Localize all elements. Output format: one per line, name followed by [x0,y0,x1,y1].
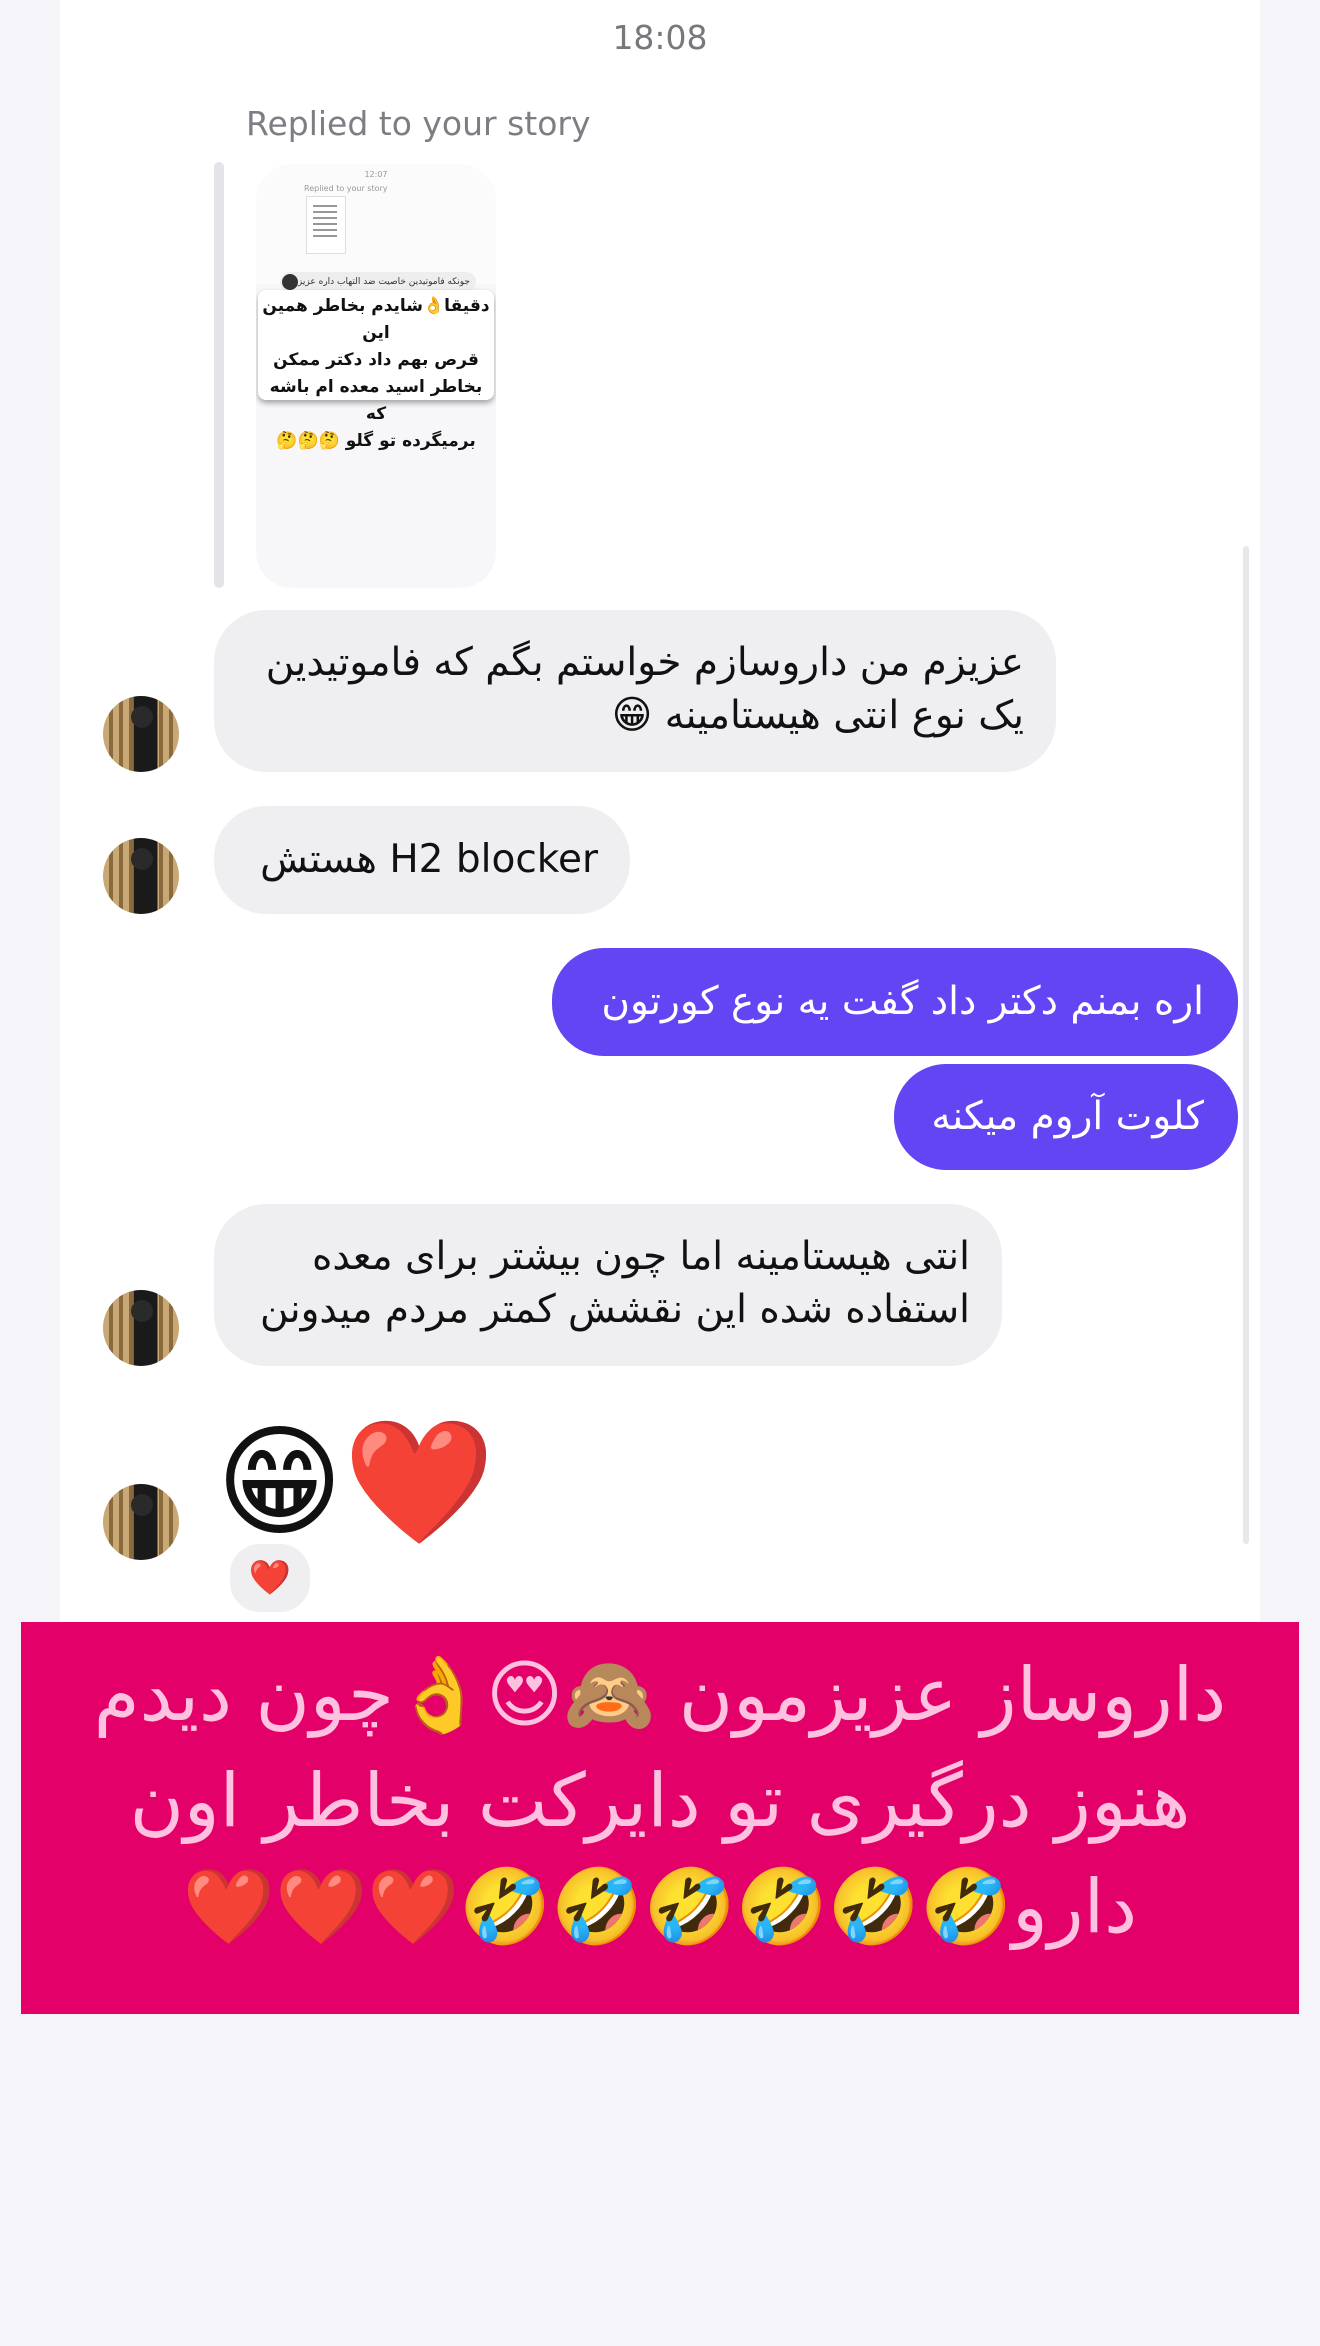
message-text-line: یک نوع انتی هیستامینه 😁 [611,693,1024,738]
story-replied-label: Replied to your story [304,184,388,193]
story-text-box: دقیقا👌شایدم بخاطر همین این قرص بهم داد د… [258,290,494,451]
emoji-message[interactable]: 😁❤️ [216,1412,495,1552]
story-text-line: برمیگرده تو گلو 🤔🤔🤔 [276,431,476,451]
story-sub-avatar [282,274,298,290]
message-text-line: عزیزم من داروسازم خواستم بگم که فاموتیدی… [265,640,1024,685]
story-text-line: بخاطر اسید معده ام باشه که [269,377,483,424]
incoming-message-bubble[interactable]: H2 blocker هستش [214,806,630,914]
banner-line: داروساز عزیزمون 🙈😍👌چون دیدم [93,1652,1227,1738]
banner-line: دارو🤣🤣🤣🤣🤣🤣❤️❤️❤️ [182,1864,1138,1950]
message-text-line: استفاده شده این نقشش کمتر مردم میدونن [260,1287,970,1332]
outgoing-message-bubble[interactable]: کلوت آروم میکنه [894,1064,1238,1170]
banner-line: هنوز درگیری تو دایرکت بخاطر اون [129,1758,1191,1844]
avatar[interactable] [103,1290,179,1366]
message-text-line: انتی هیستامینه اما چون بیشتر برای معده [311,1234,970,1279]
message-text: کلوت آروم میکنه [931,1094,1204,1139]
reply-indicator-bar [214,162,224,588]
story-text-line: دقیقا👌شایدم بخاطر همین این [262,296,490,343]
story-reply-label: Replied to your story [246,104,591,143]
chat-panel [60,0,1260,1622]
story-document-thumbnail [306,196,346,254]
avatar[interactable] [103,1484,179,1560]
outgoing-message-bubble[interactable]: اره بمنم دکتر داد گفت یه نوع کورتون [552,948,1238,1056]
story-sub-message: جونکه فاموتیدین خاصیت ضد التهاب داره عزی… [280,272,476,292]
avatar[interactable] [103,696,179,772]
story-time: 12:07 [364,170,388,179]
incoming-message-bubble[interactable]: عزیزم من داروسازم خواستم بگم که فاموتیدی… [214,610,1056,772]
incoming-message-bubble[interactable]: انتی هیستامینه اما چون بیشتر برای معده ا… [214,1204,1002,1366]
story-preview-card[interactable]: 12:07 Replied to your story جونکه فاموتی… [256,164,496,588]
story-screenshot-header: 12:07 Replied to your story [256,164,496,284]
avatar[interactable] [103,838,179,914]
message-text: اره بمنم دکتر داد گفت یه نوع کورتون [601,979,1204,1024]
message-text: H2 blocker هستش [260,837,598,882]
message-timestamp: 18:08 [612,18,708,57]
scroll-indicator[interactable] [1243,546,1249,1544]
caption-banner: داروساز عزیزمون 🙈😍👌چون دیدم هنوز درگیری … [21,1622,1299,2014]
story-text-line: قرص بهم داد دکتر ممکن [273,350,479,370]
heart-reaction[interactable]: ❤️ [226,1540,314,1616]
